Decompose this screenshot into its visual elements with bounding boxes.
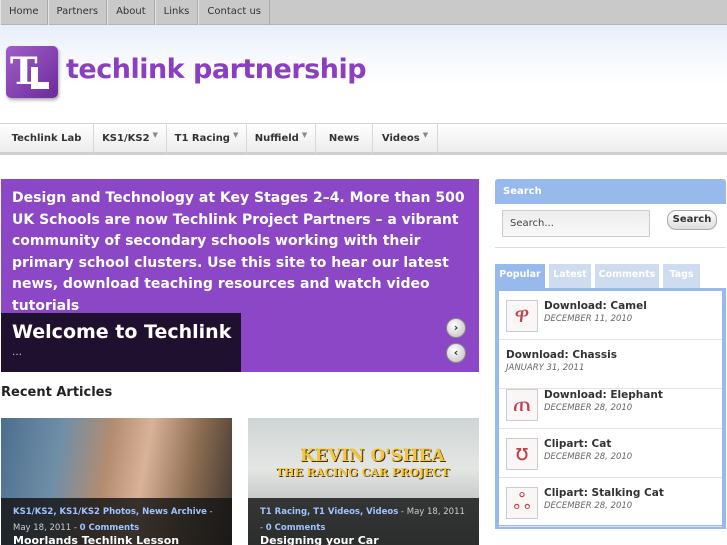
nav-label: Videos [381,133,420,144]
site-header: T techlink partnership [0,25,727,123]
list-item[interactable]: ஃ Clipart: Stalking Cat DECEMBER 28, 201… [499,478,722,527]
item-date: JANUARY 31, 2011 [506,363,585,373]
search-input[interactable]: Search... [502,210,650,237]
item-date: DECEMBER 28, 2010 [544,501,633,511]
search-button[interactable]: Search [667,210,717,230]
nav-label: Nuffield [254,133,299,144]
elephant-icon[interactable]: ጠ [506,389,538,421]
tab-popular[interactable]: Popular [495,264,545,288]
item-date: DECEMBER 28, 2010 [544,452,633,462]
top-nav-partners[interactable]: Partners [47,0,108,25]
search-heading: Search [495,179,726,204]
dropdown-arrow-icon: ▼ [232,131,239,139]
list-item[interactable]: ጠ Download: Elephant DECEMBER 28, 2010 [499,380,722,429]
dropdown-arrow-icon: ▼ [422,131,429,139]
item-title[interactable]: Download: Elephant [544,389,663,401]
top-nav-links[interactable]: Links [154,0,199,25]
item-title[interactable]: Clipart: Stalking Cat [544,487,664,499]
slider-caption[interactable]: Welcome to Techlink … [1,313,241,372]
article-title[interactable]: Moorlands Techlink Lesson [13,534,179,545]
popular-list: ዋ Download: Camel DECEMBER 11, 2010 Down… [495,288,726,529]
camel-icon[interactable]: ዋ [506,300,538,332]
nav-techlink-lab[interactable]: Techlink Lab [0,124,94,154]
article-comments[interactable]: 0 Comments [266,523,326,533]
article-meta-line: KS1/KS2, KS1/KS2 Photos, News Archive - … [13,504,223,536]
article-categories[interactable]: T1 Racing, T1 Videos, Videos [260,507,398,517]
nav-label: KS1/KS2 [102,133,150,144]
top-nav-contact[interactable]: Contact us [198,0,271,25]
slider-next-icon[interactable]: › [446,318,466,338]
top-nav-about[interactable]: About [107,0,155,25]
item-date: DECEMBER 28, 2010 [544,403,633,413]
item-title[interactable]: Download: Chassis [506,349,617,361]
dropdown-arrow-icon: ▼ [152,131,158,139]
featured-slider: Design and Technology at Key Stages 2–4.… [1,179,479,372]
top-nav: Home Partners About Links Contact us [0,0,727,25]
list-item[interactable]: ʊ Clipart: Cat DECEMBER 28, 2010 [499,429,722,478]
top-nav-home[interactable]: Home [0,0,48,25]
sidebar-divider [495,247,726,248]
sidebar-tabs: Popular Latest Comments Tags [495,264,726,288]
article-card[interactable]: KEVIN O'SHEA THE RACING CAR PROJECT T1 R… [248,418,479,545]
nav-ks1-ks2[interactable]: KS1/KS2 ▼ [94,124,167,154]
logo-icon[interactable]: T [6,46,58,98]
image-caption-project: THE RACING CAR PROJECT [276,466,450,479]
slider-intro-text: Design and Technology at Key Stages 2–4.… [12,190,465,314]
article-meta: T1 Racing, T1 Videos, Videos - May 18, 2… [248,498,479,545]
nav-label: Techlink Lab [11,133,82,144]
item-title[interactable]: Clipart: Cat [544,438,611,450]
article-meta: KS1/KS2, KS1/KS2 Photos, News Archive - … [1,498,232,545]
recent-articles-heading: Recent Articles [1,385,113,400]
article-meta-line: T1 Racing, T1 Videos, Videos - May 18, 2… [260,504,470,536]
image-caption-name: KEVIN O'SHEA [300,446,445,466]
page: Home Partners About Links Contact us T t… [0,0,727,545]
nav-videos[interactable]: Videos ▼ [373,124,438,154]
list-item[interactable]: ዋ Download: Camel DECEMBER 11, 2010 [499,291,722,340]
item-title[interactable]: Download: Camel [544,300,647,312]
cat-icon[interactable]: ʊ [506,438,538,470]
article-comments[interactable]: 0 Comments [80,523,140,533]
nav-label: T1 Racing [174,133,230,144]
nav-t1-racing[interactable]: T1 Racing ▼ [167,124,247,154]
stalking-cat-icon[interactable]: ஃ [506,487,538,519]
dropdown-arrow-icon: ▼ [301,131,308,139]
tab-latest[interactable]: Latest [549,264,591,288]
logo-letters: T [10,49,37,93]
search-widget: Search Search... Search [495,179,726,247]
main-nav: Techlink Lab KS1/KS2 ▼ T1 Racing ▼ Nuffiel… [0,123,727,155]
slider-caption-title[interactable]: Welcome to Techlink [12,321,231,343]
tab-tags[interactable]: Tags [663,264,700,288]
article-card[interactable]: KS1/KS2, KS1/KS2 Photos, News Archive - … [1,418,232,545]
tab-comments[interactable]: Comments [595,264,659,288]
slider-caption-desc: … [12,347,22,358]
item-date: DECEMBER 11, 2010 [544,314,633,324]
slider-prev-icon[interactable]: ‹ [446,343,466,363]
logo-l-shape [31,67,49,89]
site-title[interactable]: techlink partnership [66,54,367,85]
nav-nuffield[interactable]: Nuffield ▼ [247,124,316,154]
article-categories[interactable]: KS1/KS2, KS1/KS2 Photos, News Archive [13,507,207,517]
article-title[interactable]: Designing your Car [260,534,379,545]
nav-label: News [328,133,360,144]
nav-news[interactable]: News [316,124,373,154]
